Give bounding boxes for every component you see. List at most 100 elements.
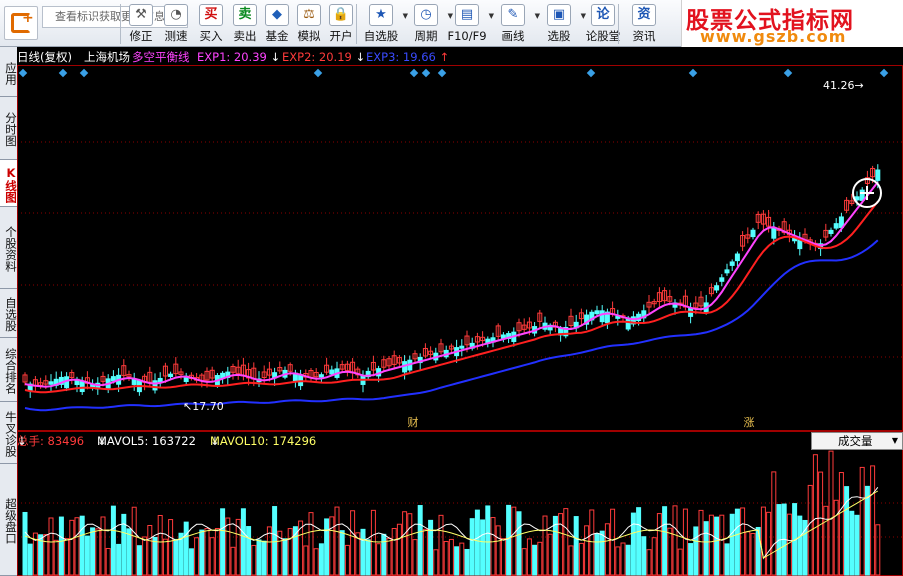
volume-bar [147, 524, 153, 576]
indicator-name[interactable]: 多空平衡线 [132, 50, 190, 64]
volume-bar [558, 513, 564, 576]
volume-bar [407, 513, 413, 576]
info-mine-icon [437, 68, 447, 78]
volume-bar [662, 506, 668, 576]
sidebar-tab-1[interactable]: 分时图 [0, 97, 18, 160]
toolbar-button-label: 模拟 [297, 29, 321, 43]
toolbar-button-3[interactable]: 卖卖出 [229, 4, 261, 46]
toolbar-button-label: 周期 [414, 29, 438, 43]
volume-bar [272, 506, 278, 576]
app-logo[interactable]: + [4, 6, 38, 40]
volume-bar [27, 543, 33, 576]
sidebar-tab-5[interactable]: 综合排名 [0, 338, 18, 402]
volume-bar [188, 548, 194, 576]
volume-bar [53, 539, 59, 576]
candlestick [459, 345, 465, 349]
exp2-label: EXP2: 20.19 ↓ [282, 50, 366, 64]
volume-bar [641, 536, 647, 576]
toolbar-button-12[interactable]: 论论股堂 [583, 4, 623, 46]
candlestick [750, 229, 756, 238]
sidebar-tab-4[interactable]: 自选股 [0, 289, 18, 338]
toolbar-button-4[interactable]: ◆ 基金 [261, 4, 293, 46]
exp3-label: EXP3: 19.66 ↑ [366, 50, 450, 64]
volume-bar [760, 506, 766, 576]
volume-bar [464, 548, 470, 576]
volume-bar [719, 514, 725, 576]
news-icon: 资 [632, 4, 656, 26]
toolbar-button-label: F10/F9 [447, 29, 487, 43]
volume-bar [162, 538, 168, 576]
toolbar-button-7[interactable]: ★ 自选股 ▼ [361, 4, 408, 46]
volume-bar [173, 538, 179, 576]
toolbar-button-1[interactable]: ◔ 测速 [160, 4, 192, 46]
volume-bar [402, 511, 408, 576]
volume-bar [287, 528, 293, 576]
candlestick [734, 253, 740, 262]
toolbar-button-label: 卖出 [233, 29, 257, 43]
volume-bar [370, 509, 376, 576]
period-label[interactable]: 日线(复权) [17, 50, 72, 64]
kline-chart[interactable]: 日线(复权) 上海机场 多空平衡线 EXP1: 20.39 ↓ EXP2: 20… [17, 47, 903, 576]
limit-up-badge[interactable]: 涨 [741, 416, 757, 430]
sidebar-tab-3[interactable]: 个股资料 [0, 207, 18, 289]
volume-bar [469, 518, 475, 576]
volume-bar [849, 510, 855, 576]
volume-bar [69, 519, 75, 576]
toolbar-button-8[interactable]: ◷ 周期 ▼ [406, 4, 453, 46]
volume-bar [329, 516, 335, 576]
volume-indicator-dropdown[interactable]: 成交量 ▼ [811, 432, 903, 450]
toolbar-button-label: 自选股 [363, 29, 399, 43]
volume-bar [667, 527, 673, 576]
sidebar-tab-0[interactable]: 应用 [0, 47, 18, 97]
volume-bar [324, 518, 330, 576]
toolbar-button-9[interactable]: ▤ F10/F9 ▼ [447, 4, 494, 46]
sidebar-tab-6[interactable]: 牛叉诊股 [0, 402, 18, 464]
volume-bar [110, 505, 116, 576]
candlestick [875, 169, 881, 181]
volume-bar [204, 528, 210, 576]
volume-indicator-value: 成交量 [838, 434, 873, 448]
toolbar-button-2[interactable]: 买买入 [195, 4, 227, 46]
toolbar-button-10[interactable]: ✎ 画线 ▼ [493, 4, 540, 46]
volume-bar [246, 526, 252, 576]
volume-bar [688, 543, 694, 576]
f10-icon: ▤ [455, 4, 479, 26]
volume-bar [142, 536, 148, 576]
volume-bar [812, 454, 818, 576]
volume-bar [797, 515, 803, 576]
volume-bar [521, 548, 527, 576]
sidebar-tab-7[interactable]: 超级盘口 [0, 464, 18, 576]
financial-report-badge[interactable]: 财 [405, 416, 421, 430]
toolbar-button-11[interactable]: ▣ 选股 ▼ [539, 4, 586, 46]
volume-bar [43, 534, 49, 576]
info-mine-icon [58, 68, 68, 78]
volume-bar [459, 542, 465, 576]
volume-bar [771, 471, 777, 576]
volume-bar [95, 528, 101, 576]
volume-bar [724, 543, 730, 576]
volume-bar [74, 517, 80, 576]
sidebar-tab-2[interactable]: K线图 [0, 160, 18, 207]
volume-bar [516, 511, 522, 576]
volume-bar [433, 549, 439, 576]
toolbar-button-13[interactable]: 资资讯 [624, 4, 664, 46]
volume-bar [870, 465, 876, 576]
volume-bar [480, 519, 486, 576]
volume-bar [615, 546, 621, 576]
volume-bar [703, 521, 709, 576]
volume-bar [230, 546, 236, 576]
volume-bar [391, 527, 397, 576]
info-mine-icon [879, 68, 889, 78]
volume-bar [365, 539, 371, 576]
candlestick [828, 229, 834, 234]
exp2-line [24, 200, 879, 394]
toolbar-button-5[interactable]: ⚖ 模拟 [293, 4, 325, 46]
info-mine-icon [313, 68, 323, 78]
candlestick [729, 261, 735, 266]
volume-bar [495, 525, 501, 576]
volume-bar [740, 507, 746, 576]
toolbar-button-6[interactable]: 🔒 开户 [325, 4, 357, 46]
volume-bar [474, 509, 480, 576]
volume-bar [256, 539, 262, 576]
toolbar-button-0[interactable]: ⚒ 修正 [125, 4, 157, 46]
